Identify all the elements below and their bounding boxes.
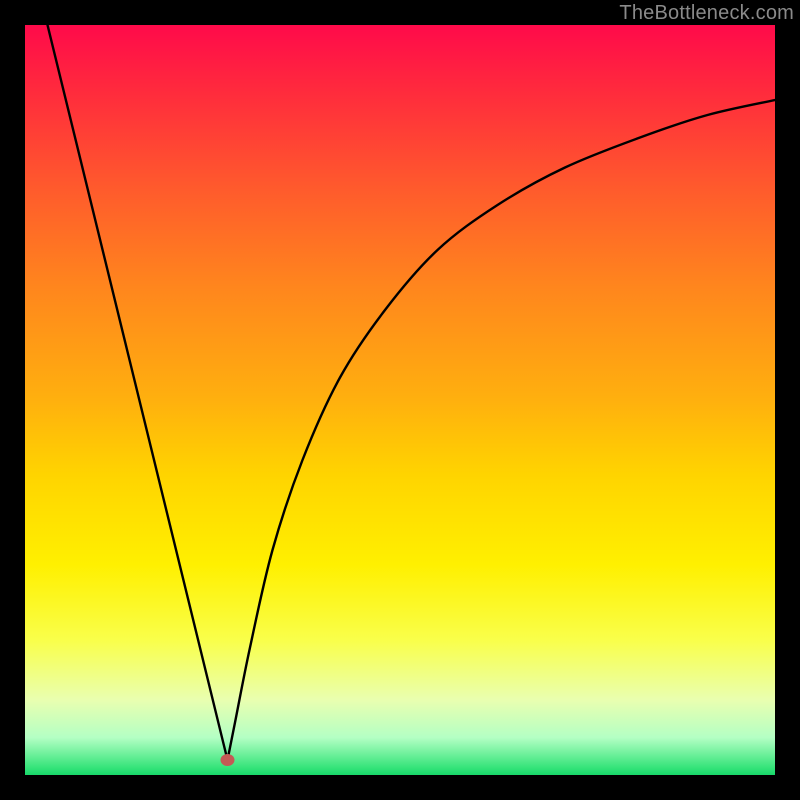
chart-frame: TheBottleneck.com [0,0,800,800]
optimal-point-marker [221,754,235,766]
curve-layer [25,25,775,775]
watermark-text: TheBottleneck.com [619,2,794,25]
plot-area [25,25,775,775]
bottleneck-curve [48,25,776,760]
